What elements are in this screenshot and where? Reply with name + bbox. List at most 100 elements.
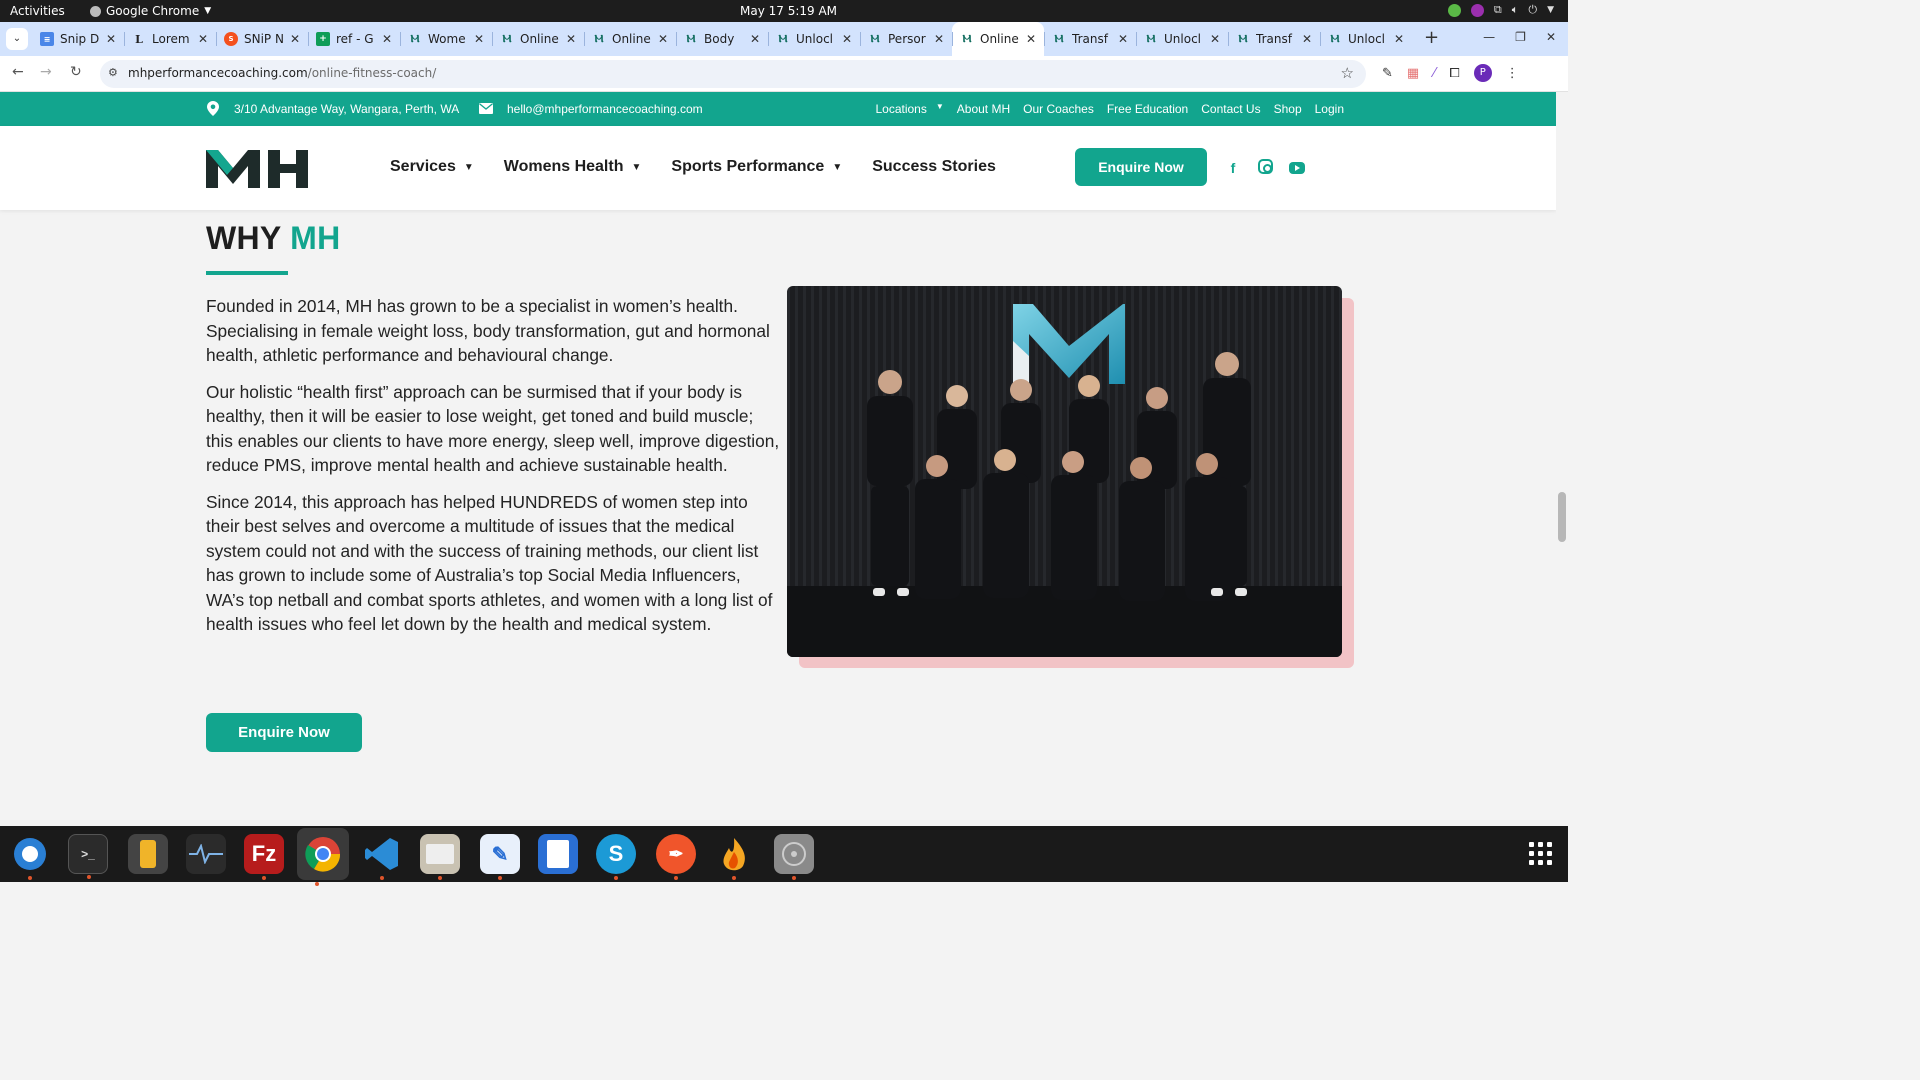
close-tab-icon[interactable]: ✕	[198, 32, 208, 46]
close-tab-icon[interactable]: ✕	[1118, 32, 1128, 46]
site-header: Services ▼ Womens Health ▼ Sports Performa…	[0, 126, 1556, 210]
show-apps-icon[interactable]	[1529, 842, 1552, 865]
close-tab-icon[interactable]: ✕	[106, 32, 116, 46]
url-path: /online-fitness-coach/	[307, 66, 437, 80]
nav-sports-performance[interactable]: Sports Performance ▼	[671, 158, 842, 176]
close-tab-icon[interactable]: ✕	[1026, 32, 1036, 46]
extension-icons: ✎ ▦ ⁄ ⧠ P ⋮	[1382, 64, 1519, 82]
writer-icon[interactable]	[538, 834, 578, 874]
browser-tab[interactable]: Ⲙ Online ✕	[952, 22, 1044, 56]
profile-avatar[interactable]: P	[1473, 64, 1492, 82]
pen-extension-icon[interactable]: ⁄	[1433, 66, 1435, 81]
vscode-icon[interactable]	[362, 834, 402, 880]
browser-tab[interactable]: S SNiP N ✕	[216, 22, 308, 56]
top-nav-link[interactable]: Contact Us	[1201, 102, 1260, 116]
nav-success-stories[interactable]: Success Stories	[872, 158, 996, 176]
terminal-icon[interactable]: >_	[68, 834, 108, 879]
close-tab-icon[interactable]: ✕	[750, 32, 760, 46]
caret-down-icon: ▼	[935, 102, 944, 111]
system-tray[interactable]: ⧉ 🔈︎ ⏻ ▼	[1447, 3, 1554, 17]
site-email-link[interactable]: hello@mhperformancecoaching.com	[507, 102, 703, 116]
top-nav-link[interactable]: About MH	[957, 102, 1010, 116]
header-enquire-button[interactable]: Enquire Now	[1075, 148, 1207, 186]
site-info-icon[interactable]: ⚙︎	[108, 66, 118, 79]
browser-tab[interactable]: Ⲙ Wome ✕	[400, 22, 492, 56]
mh-icon: Ⲙ	[1054, 32, 1064, 45]
close-tab-icon[interactable]: ✕	[658, 32, 668, 46]
browser-tab[interactable]: L Lorem ✕	[124, 22, 216, 56]
clock[interactable]: May 17 5:19 AM	[740, 4, 837, 18]
chrome-small-icon	[90, 5, 101, 17]
restore-icon[interactable]: ❐	[1515, 30, 1526, 44]
close-tab-icon[interactable]: ✕	[1394, 32, 1404, 46]
activities-button[interactable]: Activities	[10, 4, 65, 18]
close-tab-icon[interactable]: ✕	[474, 32, 484, 46]
calendar-extension-icon[interactable]: ▦	[1407, 66, 1419, 81]
tab-search-button[interactable]: ⌄	[6, 28, 28, 50]
puzzle-icon[interactable]: ⧠	[1449, 66, 1459, 81]
reload-icon[interactable]: ↻	[70, 64, 82, 80]
close-icon[interactable]: ✕	[1546, 30, 1556, 44]
top-nav-link[interactable]: Shop	[1274, 102, 1302, 116]
paragraph: Founded in 2014, MH has grown to be a sp…	[206, 296, 770, 365]
close-tab-icon[interactable]: ✕	[1302, 32, 1312, 46]
address-bar[interactable]: ⚙︎ mhperformancecoaching.com/online-fitn…	[100, 60, 1366, 88]
browser-tab[interactable]: Ⲙ Body ✕	[676, 22, 768, 56]
top-nav-link[interactable]: Our Coaches	[1023, 102, 1094, 116]
browser-tab[interactable]: Ⲙ Unlocl ✕	[1320, 22, 1412, 56]
browser-tab[interactable]: Ⲙ Unlocl ✕	[768, 22, 860, 56]
close-tab-icon[interactable]: ✕	[566, 32, 576, 46]
mh-logo[interactable]	[206, 146, 308, 192]
chrome-icon[interactable]	[297, 828, 349, 886]
close-tab-icon[interactable]: ✕	[842, 32, 852, 46]
thunderbird-icon[interactable]	[10, 834, 50, 880]
calculator-icon[interactable]	[128, 834, 168, 874]
top-nav-link[interactable]: Locations	[875, 102, 926, 116]
browser-tab[interactable]: ≡ Snip D ✕	[32, 22, 124, 56]
disc-icon[interactable]	[774, 834, 814, 880]
app-menu[interactable]: Google Chrome ▼	[90, 4, 211, 18]
minimize-icon[interactable]: —	[1483, 30, 1495, 44]
filezilla-icon[interactable]: Fz	[244, 834, 284, 880]
top-nav-link[interactable]: Free Education	[1107, 102, 1188, 116]
scrollbar-thumb[interactable]	[1558, 492, 1566, 542]
eyedropper-icon[interactable]: ✎	[1382, 66, 1393, 81]
inkscape-icon[interactable]: ✒	[656, 834, 696, 880]
back-arrow-icon[interactable]: ←	[12, 64, 24, 80]
dock: >_ Fz ✎ S ✒	[0, 826, 1568, 886]
close-tab-icon[interactable]: ✕	[290, 32, 300, 46]
nav-success-stories-label: Success Stories	[872, 158, 996, 175]
nav-womens-health[interactable]: Womens Health ▼	[504, 158, 642, 176]
section-enquire-button[interactable]: Enquire Now	[206, 713, 362, 752]
files-icon[interactable]	[420, 834, 460, 880]
snip-icon: S	[224, 32, 238, 46]
system-monitor-icon[interactable]	[186, 834, 226, 874]
browser-tab[interactable]: Ⲙ Online ✕	[584, 22, 676, 56]
browser-tab[interactable]: Ⲙ Persor ✕	[860, 22, 952, 56]
browser-tab[interactable]: Ⲙ Unlocl ✕	[1136, 22, 1228, 56]
kebab-menu-icon[interactable]: ⋮	[1506, 66, 1519, 81]
window-controls: — ❐ ✕	[1483, 30, 1556, 44]
youtube-icon[interactable]	[1289, 162, 1305, 174]
close-tab-icon[interactable]: ✕	[1210, 32, 1220, 46]
instagram-icon[interactable]	[1258, 159, 1273, 174]
page-scrollbar[interactable]	[1556, 92, 1568, 826]
facebook-icon[interactable]: f	[1224, 159, 1242, 177]
text-editor-icon[interactable]: ✎	[480, 834, 520, 880]
bookmark-star-icon[interactable]: ☆	[1341, 64, 1354, 82]
top-utility-nav: Locations ▼ About MH Our Coaches Free Educat…	[875, 102, 1344, 116]
url-text[interactable]: mhperformancecoaching.com/online-fitness…	[128, 66, 436, 80]
browser-tab[interactable]: Ⲙ Online ✕	[492, 22, 584, 56]
browser-tab[interactable]: Ⲙ Transf ✕	[1044, 22, 1136, 56]
forward-arrow-icon[interactable]: →	[40, 64, 52, 80]
new-tab-button[interactable]: +	[1424, 27, 1439, 48]
skype-icon[interactable]: S	[596, 834, 636, 880]
browser-tab[interactable]: + ref - G ✕	[308, 22, 400, 56]
nav-services[interactable]: Services ▼	[390, 158, 474, 176]
close-tab-icon[interactable]: ✕	[382, 32, 392, 46]
burner-icon[interactable]	[714, 834, 754, 880]
top-nav-link[interactable]: Login	[1315, 102, 1344, 116]
browser-tab[interactable]: Ⲙ Transf ✕	[1228, 22, 1320, 56]
close-tab-icon[interactable]: ✕	[934, 32, 944, 46]
mh-icon: Ⲙ	[502, 32, 512, 45]
